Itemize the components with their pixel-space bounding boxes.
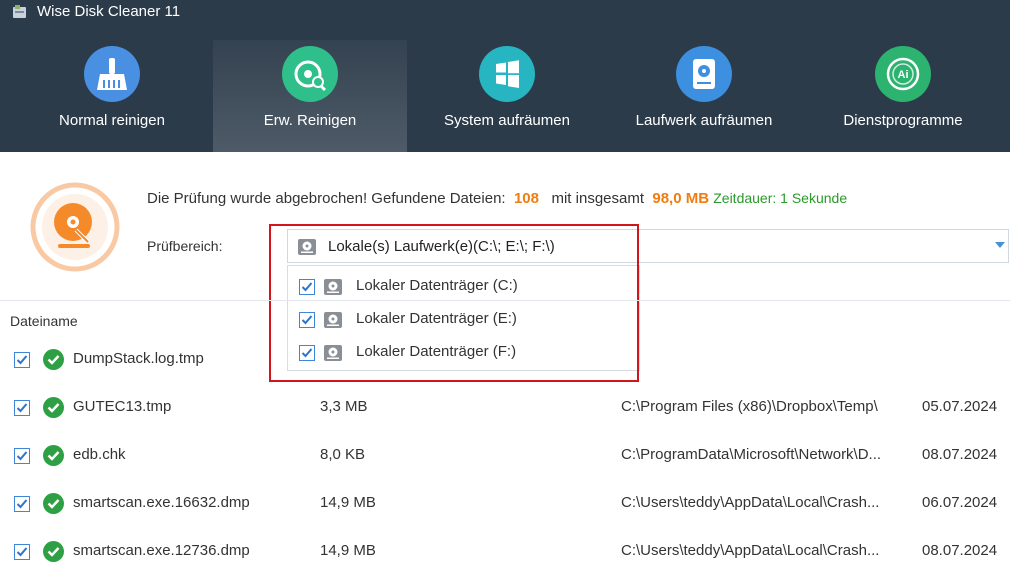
file-path: C:\Program Files (x86)\Dropbox\Temp\ <box>621 398 878 415</box>
result-middle: mit insgesamt <box>551 190 645 207</box>
tab-label: Normal reinigen <box>59 112 165 129</box>
found-total-size: 98,0 MB <box>652 190 710 207</box>
drive-icon <box>676 46 732 102</box>
result-prefix: Die Prüfung wurde abgebrochen! Gefundene… <box>147 190 506 207</box>
table-row[interactable]: smartscan.exe.12736.dmp 14,9 MB C:\Users… <box>0 528 1010 576</box>
scan-duration: Zeitdauer: 1 Sekunde <box>713 190 848 206</box>
checkbox-checked-icon[interactable] <box>14 544 30 560</box>
tab-system-aufraeumen[interactable]: System aufräumen <box>410 40 604 152</box>
check-circle-icon <box>43 493 64 514</box>
file-name: smartscan.exe.16632.dmp <box>73 494 250 511</box>
scan-result-message: Die Prüfung wurde abgebrochen! Gefundene… <box>147 190 847 207</box>
checkbox-checked-icon[interactable] <box>14 352 30 368</box>
table-row[interactable]: edb.chk 8,0 KB C:\ProgramData\Microsoft\… <box>0 432 1010 480</box>
file-date: 05.07.2024 <box>922 398 998 415</box>
tab-label: Laufwerk aufräumen <box>635 112 773 129</box>
title-bar: Wise Disk Cleaner 11 <box>0 0 1010 26</box>
ai-icon: Ai <box>875 46 931 102</box>
scope-label: Prüfbereich: <box>147 238 223 254</box>
file-name: smartscan.exe.12736.dmp <box>73 542 250 559</box>
tab-label: Dienstprogramme <box>843 112 963 129</box>
file-path: C:\Users\teddy\AppData\Local\Crash... <box>621 542 880 559</box>
dropdown-option-drive-c[interactable]: Lokaler Datenträger (C:) <box>288 271 639 301</box>
table-row[interactable]: smartscan.exe.16632.dmp 14,9 MB C:\Users… <box>0 480 1010 528</box>
broom-icon <box>84 46 140 102</box>
file-size: 3,3 MB <box>320 398 368 415</box>
check-circle-icon <box>43 397 64 418</box>
windows-icon <box>479 46 535 102</box>
file-name: edb.chk <box>73 446 126 463</box>
disk-cleaner-status-icon <box>30 182 120 272</box>
checkbox-checked-icon[interactable] <box>14 400 30 416</box>
disk-search-icon <box>282 46 338 102</box>
file-date: 08.07.2024 <box>922 542 998 559</box>
check-circle-icon <box>43 349 64 370</box>
scope-dropdown[interactable]: Lokale(s) Laufwerk(e)(C:\; E:\; F:\) <box>287 229 1009 263</box>
file-date: 08.07.2024 <box>922 446 998 463</box>
app-logo-icon <box>13 5 26 18</box>
app-title: Wise Disk Cleaner 11 <box>37 3 181 20</box>
table-row[interactable]: GUTEC13.tmp 3,3 MB C:\Program Files (x86… <box>0 384 1010 432</box>
checkbox-checked-icon[interactable] <box>299 279 315 295</box>
file-size: 8,0 KB <box>320 446 366 463</box>
file-path: C:\ProgramData\Microsoft\Network\D... <box>621 446 882 463</box>
file-name: DumpStack.log.tmp <box>73 350 204 367</box>
checkbox-checked-icon[interactable] <box>14 448 30 464</box>
table-row[interactable]: DumpStack.log.tmp <box>0 336 1010 384</box>
drive-icon <box>298 239 316 255</box>
found-files-count: 108 <box>513 190 539 207</box>
tab-laufwerk-aufraeumen[interactable]: Laufwerk aufräumen <box>607 40 801 152</box>
column-header-filename[interactable]: Dateiname <box>10 313 78 329</box>
check-circle-icon <box>43 445 64 466</box>
svg-text:Ai: Ai <box>898 69 909 81</box>
scope-selected-value: Lokale(s) Laufwerk(e)(C:\; E:\; F:\) <box>328 238 555 255</box>
chevron-down-icon[interactable] <box>995 242 1005 248</box>
drive-icon <box>324 279 342 295</box>
tab-dienstprogramme[interactable]: Ai Dienstprogramme <box>806 40 1000 152</box>
file-name: GUTEC13.tmp <box>73 398 172 415</box>
tab-label: System aufräumen <box>444 112 570 129</box>
file-size: 14,9 MB <box>320 494 376 511</box>
dropdown-option-label: Lokaler Datenträger (C:) <box>356 277 518 294</box>
tab-erw-reinigen[interactable]: Erw. Reinigen <box>213 40 407 152</box>
checkbox-checked-icon[interactable] <box>14 496 30 512</box>
tab-normal-reinigen[interactable]: Normal reinigen <box>15 40 209 152</box>
check-circle-icon <box>43 541 64 562</box>
file-size: 14,9 MB <box>320 542 376 559</box>
top-toolbar: Wise Disk Cleaner 11 Normal reinigen Erw… <box>0 0 1010 152</box>
file-path: C:\Users\teddy\AppData\Local\Crash... <box>621 494 880 511</box>
file-date: 06.07.2024 <box>922 494 998 511</box>
tab-label: Erw. Reinigen <box>263 112 357 129</box>
